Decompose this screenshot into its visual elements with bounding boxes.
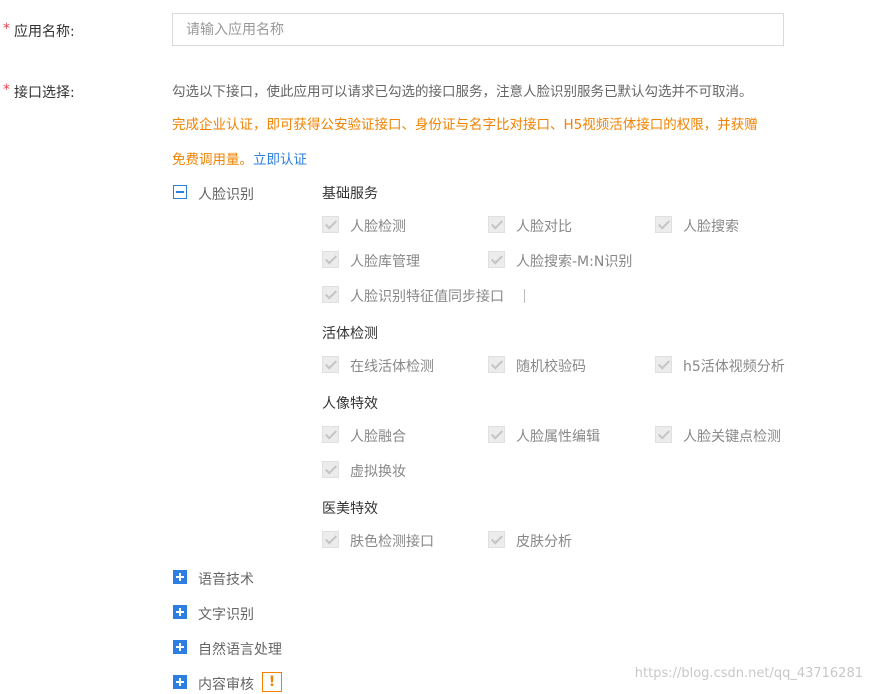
checkmark-icon xyxy=(322,286,339,303)
api-face-merge: 人脸融合 xyxy=(350,429,406,445)
watermark: https://blog.csdn.net/qq_43716281 xyxy=(634,666,863,681)
api-face-landmark: 人脸关键点检测 xyxy=(683,429,781,445)
plus-square-icon[interactable] xyxy=(173,640,187,654)
group-title-basic-services: 基础服务 xyxy=(322,186,378,202)
checkmark-icon xyxy=(322,426,339,443)
plus-square-icon[interactable] xyxy=(173,570,187,584)
checkmark-icon xyxy=(322,531,339,548)
api-description: 勾选以下接口，使此应用可以请求已勾选的接口服务，注意人脸识别服务已默认勾选并不可… xyxy=(172,84,753,100)
checkmark-icon xyxy=(488,251,505,268)
text-cursor xyxy=(524,289,525,303)
certification-notice-text: 免费调用量。 xyxy=(172,152,253,168)
api-skin-analysis: 皮肤分析 xyxy=(516,534,572,550)
group-title-medical-beauty: 医美特效 xyxy=(322,501,378,517)
certification-notice-line2: 免费调用量。立即认证 xyxy=(172,148,307,168)
checkmark-icon xyxy=(488,216,505,233)
checkmark-icon xyxy=(655,356,672,373)
api-virtual-makeup: 虚拟换妆 xyxy=(350,464,406,480)
api-face-compare: 人脸对比 xyxy=(516,219,572,235)
checkmark-icon xyxy=(655,426,672,443)
certification-notice-line1: 完成企业认证，即可获得公安验证接口、身份证与名字比对接口、H5视频活体接口的权限… xyxy=(172,117,758,133)
category-nlp[interactable]: 自然语言处理 xyxy=(198,639,282,659)
checkmark-icon xyxy=(488,531,505,548)
category-ocr[interactable]: 文字识别 xyxy=(198,604,254,624)
api-select-label: 接口选择: xyxy=(14,85,75,101)
api-skin-color-detect: 肤色检测接口 xyxy=(350,534,434,550)
api-random-code: 随机校验码 xyxy=(516,359,586,375)
api-feature-sync: 人脸识别特征值同步接口 xyxy=(350,289,504,305)
checkmark-icon xyxy=(488,426,505,443)
api-online-liveness: 在线活体检测 xyxy=(350,359,434,375)
checkmark-icon xyxy=(488,356,505,373)
api-face-search-mn: 人脸搜索-M:N识别 xyxy=(516,254,633,270)
api-h5-liveness-video: h5活体视频分析 xyxy=(683,359,785,375)
api-face-detect: 人脸检测 xyxy=(350,219,406,235)
api-face-library: 人脸库管理 xyxy=(350,254,420,270)
group-title-portrait-effects: 人像特效 xyxy=(322,396,378,412)
checkmark-icon xyxy=(322,356,339,373)
exclamation-icon[interactable]: ! xyxy=(262,672,282,692)
category-speech[interactable]: 语音技术 xyxy=(198,569,254,589)
certify-now-link[interactable]: 立即认证 xyxy=(253,152,307,168)
category-face-recognition[interactable]: 人脸识别 xyxy=(198,184,254,204)
category-content-audit[interactable]: 内容审核 xyxy=(198,674,254,694)
plus-square-icon[interactable] xyxy=(173,675,187,689)
required-mark: * xyxy=(3,21,10,37)
minus-square-icon[interactable] xyxy=(173,185,187,199)
api-face-search: 人脸搜索 xyxy=(683,219,739,235)
checkmark-icon xyxy=(322,216,339,233)
checkmark-icon xyxy=(322,251,339,268)
app-name-input[interactable] xyxy=(172,13,784,46)
checkmark-icon xyxy=(655,216,672,233)
checkmark-icon xyxy=(322,461,339,478)
api-face-attribute-edit: 人脸属性编辑 xyxy=(516,429,600,445)
group-title-liveness: 活体检测 xyxy=(322,326,378,342)
app-name-label: 应用名称: xyxy=(14,24,75,40)
plus-square-icon[interactable] xyxy=(173,605,187,619)
required-mark: * xyxy=(3,82,10,98)
